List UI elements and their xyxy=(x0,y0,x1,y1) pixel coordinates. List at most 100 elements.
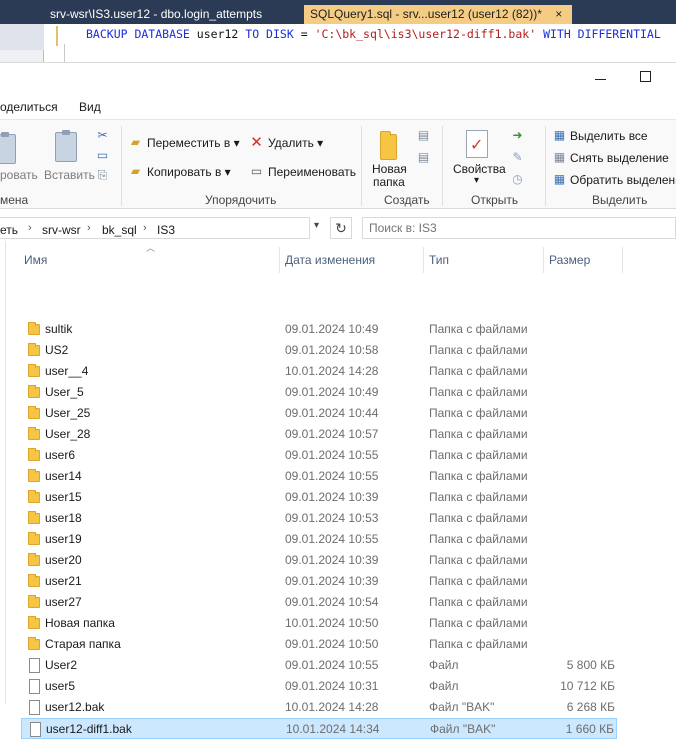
navigation-pane-edge xyxy=(0,241,6,704)
move-to-icon: ▰ xyxy=(130,135,141,149)
file-row[interactable]: user5 09.01.2024 10:31 Файл 10 712 КБ xyxy=(21,676,617,697)
search-input[interactable] xyxy=(369,220,669,236)
properties-icon: ✓ xyxy=(466,130,488,158)
file-type: Папка с файлами xyxy=(429,427,528,441)
folder-icon xyxy=(28,406,40,419)
file-row[interactable]: user19 09.01.2024 10:55 Папка с файлами xyxy=(21,529,617,550)
file-row[interactable]: user12-diff1.bak 10.01.2024 14:34 Файл "BA… xyxy=(21,718,617,739)
ssms-panel-header xyxy=(0,24,44,50)
file-row[interactable]: Старая папка 09.01.2024 10:50 Папка с файл… xyxy=(21,634,617,655)
breadcrumb-server[interactable]: srv-wsr xyxy=(42,223,81,237)
copy-to-icon: ▰ xyxy=(130,164,141,178)
file-name: user20 xyxy=(45,553,82,567)
select-none-button[interactable]: Снять выделение xyxy=(570,151,669,165)
column-divider[interactable] xyxy=(423,247,424,273)
file-row[interactable]: user__4 10.01.2024 14:28 Папка с файлами xyxy=(21,361,617,382)
rename-button[interactable]: Переименовать xyxy=(268,165,356,179)
file-row[interactable]: user12.bak 10.01.2024 14:28 Файл "BAK" 6 26… xyxy=(21,697,617,718)
invert-selection-button[interactable]: Обратить выделени xyxy=(570,173,676,187)
history-icon[interactable]: ◷ xyxy=(510,172,525,187)
breadcrumb-is3[interactable]: IS3 xyxy=(157,223,175,237)
file-row[interactable]: user15 09.01.2024 10:39 Папка с файлами xyxy=(21,487,617,508)
paste-button[interactable]: Вставить xyxy=(44,168,95,182)
file-name: user12-diff1.bak xyxy=(46,722,132,736)
breadcrumb-network[interactable]: еть xyxy=(0,223,18,237)
select-all-button[interactable]: Выделить все xyxy=(570,129,648,143)
move-to-button[interactable]: Переместить в ▾ xyxy=(147,136,240,150)
paste-shortcut-icon[interactable]: ⎘ xyxy=(95,168,110,183)
file-row[interactable]: user6 09.01.2024 10:55 Папка с файлами xyxy=(21,445,617,466)
file-row[interactable]: User2 09.01.2024 10:55 Файл 5 800 КБ xyxy=(21,655,617,676)
select-none-icon: ▦ xyxy=(553,150,566,164)
copy-to-button[interactable]: Копировать в ▾ xyxy=(147,165,231,179)
properties-button[interactable]: Свойства xyxy=(453,162,506,176)
new-folder-label-line1[interactable]: Новая xyxy=(372,162,407,176)
file-date: 09.01.2024 10:58 xyxy=(285,343,379,357)
ssms-tab-sqlquery[interactable]: SQLQuery1.sql - srv...user12 (user12 (82… xyxy=(304,5,572,24)
minimize-button[interactable] xyxy=(590,67,612,89)
properties-dropdown-icon[interactable]: ▾ xyxy=(474,175,479,186)
new-item-icon[interactable]: ▤ xyxy=(416,128,431,143)
address-bar[interactable]: еть › srv-wsr › bk_sql › IS3 xyxy=(0,217,310,239)
tab-view[interactable]: Вид xyxy=(79,100,101,114)
folder-icon xyxy=(28,574,40,587)
file-row[interactable]: User_28 09.01.2024 10:57 Папка с файлами xyxy=(21,424,617,445)
open-group-label: Открыть xyxy=(471,193,519,207)
column-divider[interactable] xyxy=(622,247,623,273)
chevron-right-icon[interactable]: › xyxy=(87,222,91,234)
chevron-right-icon[interactable]: › xyxy=(28,222,32,234)
file-type: Папка с файлами xyxy=(429,406,528,420)
file-date: 10.01.2024 14:34 xyxy=(286,722,380,736)
select-group-label: Выделить xyxy=(592,193,648,207)
file-type: Папка с файлами xyxy=(429,532,528,546)
group-divider xyxy=(545,126,546,206)
file-row[interactable]: US2 09.01.2024 10:58 Папка с файлами xyxy=(21,340,617,361)
delete-button[interactable]: Удалить ▾ xyxy=(268,136,323,150)
breadcrumb-bk-sql[interactable]: bk_sql xyxy=(102,223,137,237)
file-size: 1 660 КБ xyxy=(565,722,614,736)
file-row[interactable]: User_5 09.01.2024 10:49 Папка с файлами xyxy=(21,382,617,403)
file-row[interactable]: user20 09.01.2024 10:39 Папка с файлами xyxy=(21,550,617,571)
column-header-date[interactable]: Дата изменения xyxy=(285,253,375,267)
file-name: User_5 xyxy=(45,385,84,399)
close-icon[interactable]: × xyxy=(555,5,562,24)
column-divider[interactable] xyxy=(543,247,544,273)
easy-access-icon[interactable]: ▤ xyxy=(416,150,431,165)
file-row[interactable]: user21 09.01.2024 10:39 Папка с файлами xyxy=(21,571,617,592)
cut-icon[interactable]: ✂ xyxy=(95,128,110,143)
title-bar xyxy=(0,63,676,93)
column-divider[interactable] xyxy=(279,247,280,273)
open-icon[interactable]: ➜ xyxy=(510,128,525,143)
file-row[interactable]: Новая папка 10.01.2024 10:50 Папка с файла… xyxy=(21,613,617,634)
chevron-right-icon[interactable]: › xyxy=(143,222,147,234)
copy-to-label: Копировать в xyxy=(147,165,222,179)
address-history-dropdown-icon[interactable]: ▾ xyxy=(314,220,319,231)
copy-path-icon[interactable]: ▭ xyxy=(95,148,110,163)
sql-identifier: user12 xyxy=(196,27,239,41)
ssms-tab-login-attempts[interactable]: srv-wsr\IS3.user12 - dbo.login_attempts xyxy=(44,5,262,24)
file-row[interactable]: user27 09.01.2024 10:54 Папка с файлами xyxy=(21,592,617,613)
tab-share[interactable]: оделиться xyxy=(0,100,58,114)
file-name: sultik xyxy=(45,322,73,336)
invert-selection-icon: ▦ xyxy=(553,172,566,186)
column-header-name[interactable]: Имя xyxy=(24,253,47,267)
file-list: ︿ Имя Дата изменения Тип Размер sultik 09… xyxy=(0,241,676,739)
file-name: User_25 xyxy=(45,406,91,420)
file-row[interactable]: sultik 09.01.2024 10:49 Папка с файлами xyxy=(21,319,617,340)
refresh-icon[interactable]: ↻ xyxy=(330,217,352,239)
organize-group-label: Упорядочить xyxy=(205,193,277,207)
file-row[interactable]: User_25 09.01.2024 10:44 Папка с файлами xyxy=(21,403,617,424)
column-header-size[interactable]: Размер xyxy=(549,253,590,267)
copy-button-label[interactable]: ровать xyxy=(0,168,38,182)
sql-keyword: WITH DIFFERENTIAL xyxy=(543,27,661,41)
column-header-type[interactable]: Тип xyxy=(429,253,449,267)
paste-icon xyxy=(55,130,77,162)
new-folder-label-line2[interactable]: папка xyxy=(373,175,405,189)
edit-icon[interactable]: ✎ xyxy=(510,150,525,165)
file-row[interactable]: user14 09.01.2024 10:55 Папка с файлами xyxy=(21,466,617,487)
search-box[interactable] xyxy=(362,217,676,239)
sql-keyword: TO DISK xyxy=(245,27,294,41)
maximize-button[interactable] xyxy=(640,71,651,82)
file-date: 09.01.2024 10:54 xyxy=(285,595,379,609)
file-row[interactable]: user18 09.01.2024 10:53 Папка с файлами xyxy=(21,508,617,529)
